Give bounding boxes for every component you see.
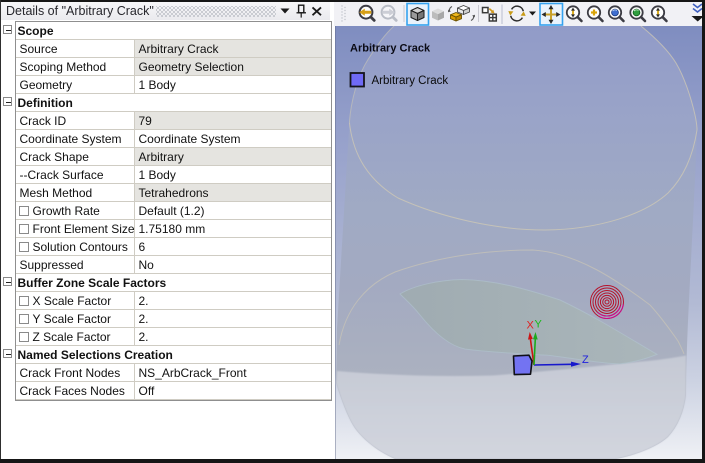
svg-text:X: X	[527, 320, 535, 332]
svg-text:Y: Y	[535, 319, 543, 331]
svg-text:Z: Z	[582, 354, 589, 366]
svg-text:Arbitrary Crack: Arbitrary Crack	[350, 43, 431, 55]
svg-text:Arbitrary Crack: Arbitrary Crack	[372, 75, 449, 87]
